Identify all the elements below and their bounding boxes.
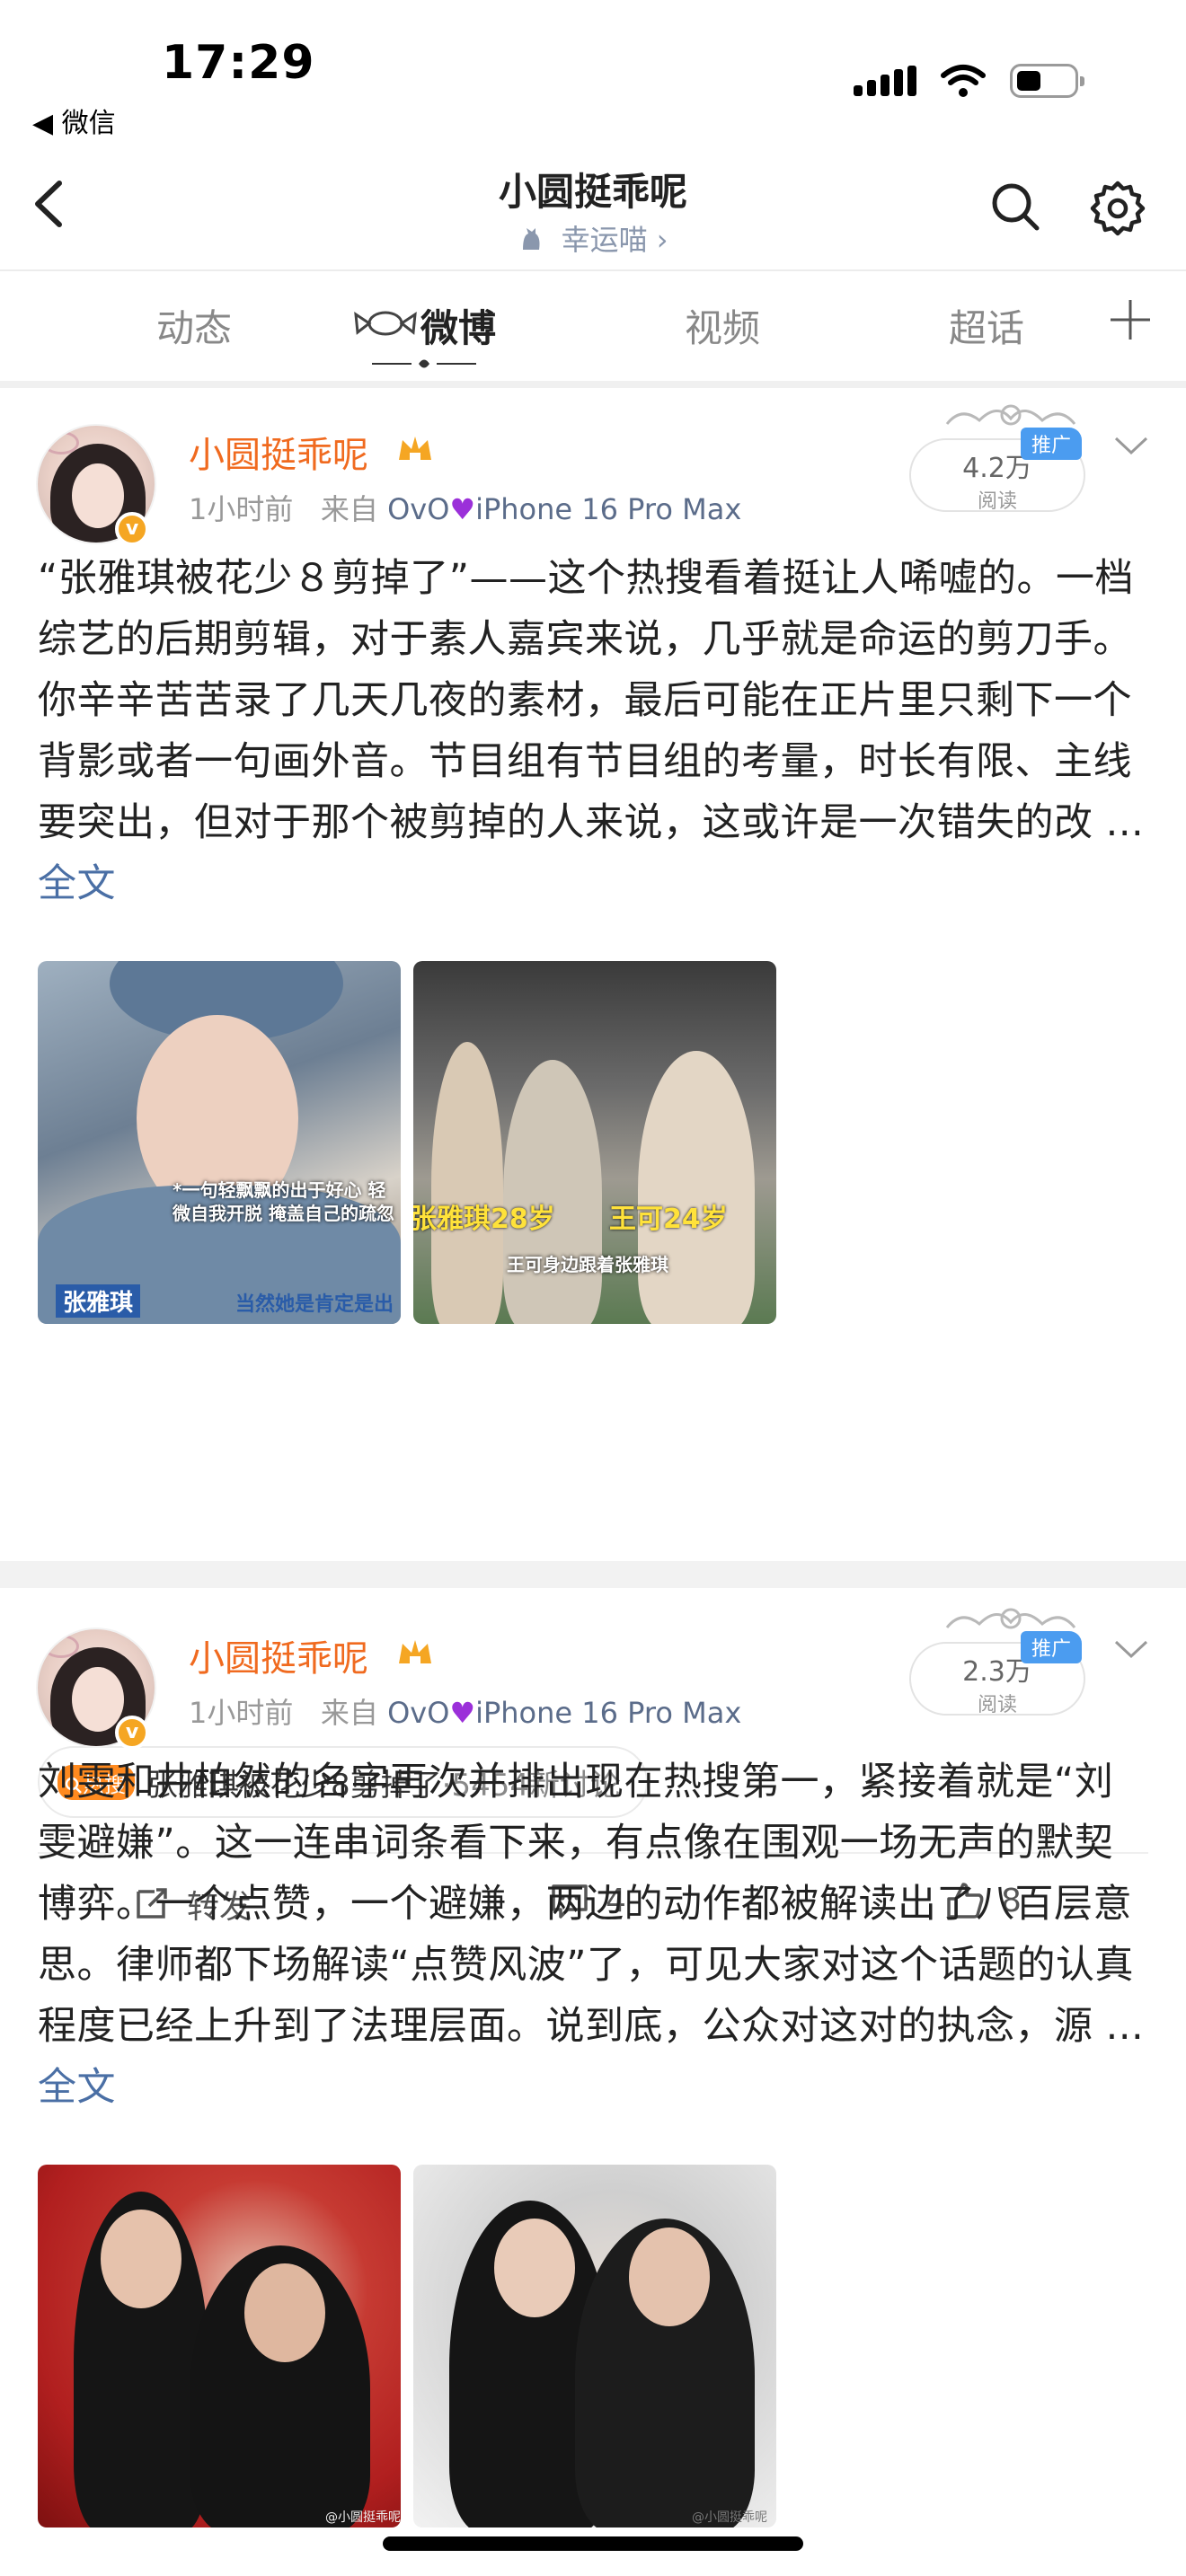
post-text: 刘雯和井柏然的名字再次并排出现在热搜第一，紧接着就是“刘雯避嫌”。这一连串词条看…	[38, 1760, 1145, 2049]
divider	[0, 381, 1186, 388]
post-meta: 1小时前 来自 OvO♥iPhone 16 Pro Max	[189, 487, 741, 528]
post-image[interactable]: @小圆挺乖呢	[38, 2165, 401, 2527]
gear-icon[interactable]	[1089, 180, 1146, 237]
post-source[interactable]: OvO	[387, 492, 449, 526]
cat-icon	[518, 223, 561, 257]
person-shape	[503, 1060, 602, 1324]
status-time: 17:29	[162, 36, 315, 90]
post-image[interactable]: 张雅琪28岁 王可24岁 王可身边跟着张雅琪	[413, 961, 776, 1324]
profile-tabs: 动态 微博 视频 超话	[0, 269, 1186, 381]
post-time: 1小时前	[189, 1696, 294, 1730]
heart-icon: ♥	[449, 492, 476, 526]
tab-supertopic[interactable]: 超话	[949, 298, 1024, 353]
verified-badge-icon: v	[115, 1716, 149, 1750]
tab-underline-decoration	[372, 359, 476, 368]
face-shape	[494, 2219, 575, 2317]
tab-weibo[interactable]: 微博	[420, 298, 496, 353]
read-label: 阅读	[977, 1694, 1017, 1716]
weibo-post: v 小圆挺乖呢 1小时前 来自 OvO♥iPhone 16 Pro Max 4.…	[0, 388, 1186, 1926]
face-shape	[244, 2263, 325, 2362]
image-name-tag: 张雅琪	[56, 1284, 141, 1318]
tab-dongtai[interactable]: 动态	[156, 298, 232, 353]
post-divider	[0, 1561, 1186, 1588]
image-caption: 王可身边跟着张雅琪	[507, 1254, 668, 1275]
image-tag-left: 张雅琪28岁	[413, 1204, 555, 1235]
face-shape	[629, 2228, 710, 2326]
promo-badge: 推广	[1021, 428, 1083, 460]
chevron-down-icon[interactable]	[1112, 433, 1150, 460]
wifi-icon	[941, 65, 986, 97]
post-body: “张雅琪被花少８剪掉了”——这个热搜看着挺让人唏嘘的。一档综艺的后期剪辑，对于素…	[38, 548, 1152, 914]
post-meta: 1小时前 来自 OvO♥iPhone 16 Pro Max	[189, 1690, 741, 1732]
image-watermark: @小圆挺乖呢	[325, 2510, 401, 2525]
post-username[interactable]: 小圆挺乖呢	[189, 1629, 368, 1681]
weibo-post: v 小圆挺乖呢 1小时前 来自 OvO♥iPhone 16 Pro Max 2.…	[0, 1592, 1186, 2576]
person-shape	[638, 1051, 755, 1324]
post-image[interactable]: @小圆挺乖呢	[413, 2165, 776, 2527]
back-to-app[interactable]: ◀ 微信	[32, 101, 116, 140]
heart-icon: ♥	[449, 1696, 476, 1730]
post-body: 刘雯和井柏然的名字再次并排出现在热搜第一，紧接着就是“刘雯避嫌”。这一连串词条看…	[38, 1751, 1152, 2118]
status-bar: 17:29 ◀ 微信	[0, 0, 1186, 139]
post-device[interactable]: iPhone 16 Pro Max	[475, 492, 741, 526]
image-tag-right: 王可24岁	[609, 1204, 728, 1235]
verified-badge-icon: v	[115, 512, 149, 546]
promo-badge: 推广	[1021, 1631, 1083, 1663]
face-shape	[101, 2210, 181, 2308]
chevron-down-icon[interactable]	[1112, 1636, 1150, 1663]
nav-subtitle-label: 幸运喵 ›	[561, 223, 668, 257]
post-image[interactable]: *一句轻飘飘的出于好心 轻微自我开脱 掩盖自己的疏忽 张雅琪 当然她是肯定是出	[38, 961, 401, 1324]
read-more-link[interactable]: 全文	[38, 2065, 116, 2110]
post-username[interactable]: 小圆挺乖呢	[189, 426, 368, 478]
read-more-link[interactable]: 全文	[38, 861, 116, 906]
nav-header: 小圆挺乖呢 幸运喵 ›	[0, 153, 1186, 269]
image-subtitle: 当然她是肯定是出	[235, 1293, 394, 1316]
crown-icon	[399, 437, 431, 462]
post-from-label: 来自	[320, 492, 378, 526]
post-time: 1小时前	[189, 492, 294, 526]
post-device[interactable]: iPhone 16 Pro Max	[475, 1696, 741, 1730]
image-caption: *一句轻飘飘的出于好心 轻微自我开脱 掩盖自己的疏忽	[173, 1179, 394, 1224]
home-indicator[interactable]	[383, 2536, 803, 2551]
read-label: 阅读	[977, 490, 1017, 513]
battery-icon	[1010, 64, 1084, 98]
post-source[interactable]: OvO	[387, 1696, 449, 1730]
post-from-label: 来自	[320, 1696, 378, 1730]
plus-icon[interactable]	[1107, 296, 1154, 343]
candy-icon	[354, 311, 417, 336]
cellular-signal-icon	[854, 66, 916, 96]
image-watermark: @小圆挺乖呢	[692, 2510, 767, 2525]
search-icon[interactable]	[988, 180, 1042, 234]
tab-video[interactable]: 视频	[685, 298, 760, 353]
person-shape	[431, 1042, 503, 1324]
post-text: “张雅琪被花少８剪掉了”——这个热搜看着挺让人唏嘘的。一档综艺的后期剪辑，对于素…	[38, 556, 1145, 845]
crown-icon	[399, 1640, 431, 1665]
status-icons	[854, 63, 1084, 99]
